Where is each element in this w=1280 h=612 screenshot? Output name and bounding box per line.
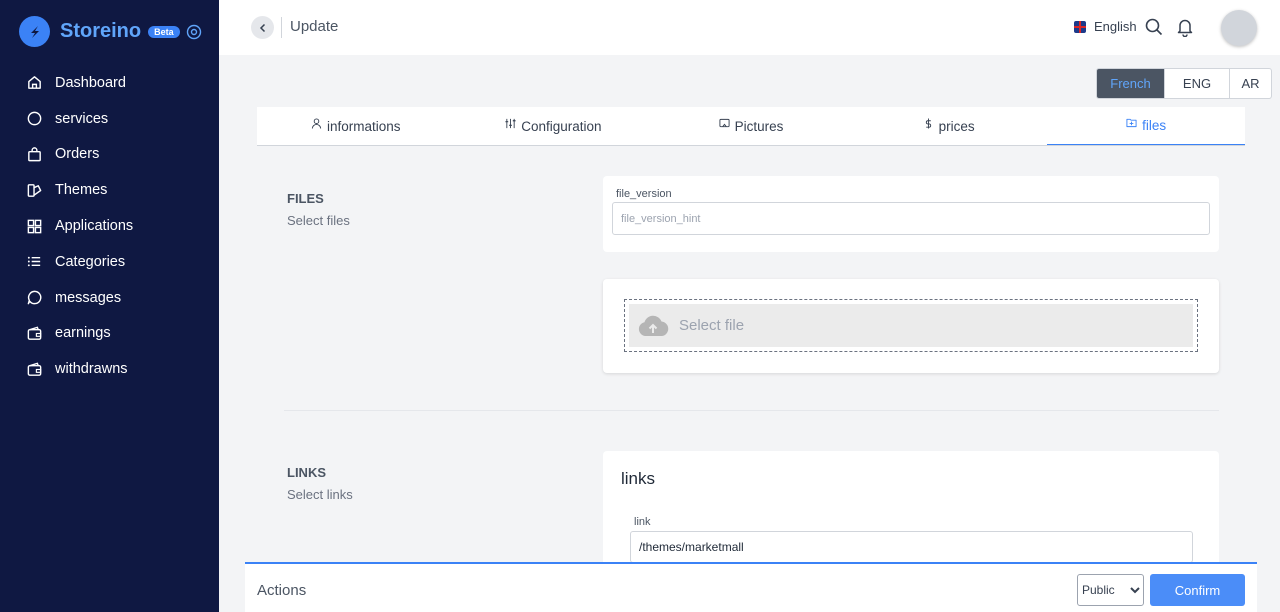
language-selector[interactable]: English (1074, 19, 1137, 34)
beta-badge: Beta (148, 25, 180, 38)
chat-bubble-icon (27, 290, 42, 305)
file-dropzone[interactable]: Select file (624, 299, 1198, 352)
link-input[interactable] (630, 531, 1193, 563)
confirm-button[interactable]: Confirm (1150, 574, 1245, 606)
link-label: link (634, 516, 651, 528)
sidebar-item-dashboard[interactable]: Dashboard (0, 65, 219, 101)
home-icon (28, 76, 41, 90)
sidebar-item-label: messages (55, 289, 122, 306)
sidebar: Storeino Beta Dashboard services Orders … (0, 0, 219, 612)
dollar-icon (925, 117, 931, 129)
file-version-label: file_version (616, 188, 672, 200)
file-version-input[interactable] (612, 202, 1210, 235)
visibility-select[interactable]: Public (1077, 574, 1144, 606)
tab-label: Pictures (734, 118, 784, 134)
sidebar-item-orders[interactable]: Orders (0, 137, 219, 173)
sidebar-item-label: withdrawns (55, 361, 128, 378)
folder-plus-icon (1126, 118, 1137, 128)
links-heading: links (621, 469, 656, 488)
tab-pictures[interactable]: Pictures (652, 107, 850, 145)
sidebar-item-withdrawns[interactable]: withdrawns (0, 351, 219, 387)
actions-label: Actions (257, 582, 307, 599)
file-dropzone-inner: Select file (629, 304, 1193, 347)
tab-informations[interactable]: informations (257, 107, 455, 145)
tab-files[interactable]: files (1047, 107, 1245, 145)
brand[interactable]: Storeino Beta (19, 16, 202, 47)
palette-icon (27, 183, 42, 197)
top-header: Update English (219, 0, 1280, 55)
sidebar-item-label: Themes (55, 182, 108, 199)
sidebar-item-services[interactable]: services (0, 101, 219, 137)
file-version-card: file_version (603, 176, 1219, 252)
content-language-switch: French ENG AR (1096, 68, 1272, 99)
search-icon[interactable] (1144, 17, 1164, 37)
circle-icon (27, 111, 42, 126)
shopping-bag-icon (28, 147, 41, 162)
sidebar-item-label: Applications (55, 218, 134, 235)
files-section-title: FILES (287, 191, 324, 206)
language-label: English (1094, 19, 1137, 34)
sidebar-item-label: Dashboard (55, 74, 126, 91)
image-icon (719, 118, 730, 127)
links-section-subtitle: Select links (287, 487, 353, 502)
files-section-subtitle: Select files (287, 213, 350, 228)
links-section-title: LINKS (287, 465, 326, 480)
sidebar-item-categories[interactable]: Categories (0, 244, 219, 280)
bell-icon[interactable] (1175, 17, 1195, 37)
tab-label: prices (938, 118, 975, 134)
lang-option-eng[interactable]: ENG (1164, 69, 1229, 98)
lang-option-ar[interactable]: AR (1229, 69, 1271, 98)
grid-icon (27, 219, 42, 233)
sidebar-item-earnings[interactable]: earnings (0, 316, 219, 352)
sidebar-item-label: Categories (55, 253, 126, 270)
tab-label: Configuration (521, 118, 602, 134)
sidebar-item-applications[interactable]: Applications (0, 208, 219, 244)
cloud-upload-icon (638, 315, 669, 336)
lang-option-french[interactable]: French (1097, 69, 1164, 98)
brand-name: Storeino (60, 20, 142, 42)
wallet-icon (27, 326, 42, 340)
sidebar-item-label: earnings (55, 325, 111, 342)
storeino-logo-icon (19, 16, 50, 47)
user-icon (311, 117, 322, 129)
sliders-icon (505, 118, 516, 128)
avatar[interactable] (1221, 10, 1257, 46)
tab-label: files (1142, 118, 1167, 133)
section-divider (284, 410, 1219, 411)
sidebar-item-themes[interactable]: Themes (0, 172, 219, 208)
uk-flag-icon (1074, 20, 1086, 33)
list-icon (27, 257, 41, 267)
tab-label: informations (327, 118, 401, 134)
tab-bar: informations Configuration Pictures pric… (257, 107, 1245, 146)
sidebar-item-messages[interactable]: messages (0, 280, 219, 316)
sidebar-item-label: services (55, 110, 109, 127)
page-title: Update (290, 18, 339, 35)
tab-configuration[interactable]: Configuration (455, 107, 653, 145)
header-divider (281, 17, 282, 38)
sidebar-item-label: Orders (55, 146, 100, 163)
chevron-left-icon (259, 23, 265, 32)
tab-prices[interactable]: prices (850, 107, 1048, 145)
sidebar-nav: Dashboard services Orders Themes Applica… (0, 65, 219, 387)
back-button[interactable] (251, 16, 274, 39)
actions-bar: Actions Public Confirm (245, 562, 1257, 612)
dropzone-label: Select file (679, 317, 745, 334)
wallet-icon (27, 362, 42, 376)
target-icon[interactable] (186, 24, 202, 40)
